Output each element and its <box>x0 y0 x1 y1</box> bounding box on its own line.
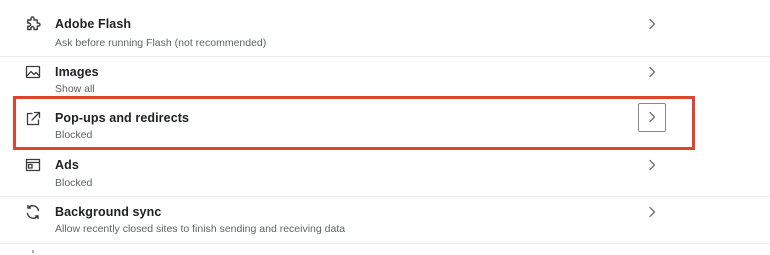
chevron-right-icon[interactable] <box>645 65 659 79</box>
setting-row-images[interactable]: Images Show all <box>0 57 770 104</box>
setting-subtitle: Blocked <box>55 129 93 141</box>
chevron-right-icon[interactable] <box>645 17 659 31</box>
image-icon <box>24 63 42 81</box>
setting-title: Images <box>55 65 99 79</box>
content-settings-list: Adobe Flash Ask before running Flash (no… <box>0 0 770 253</box>
setting-row-adobe-flash[interactable]: Adobe Flash Ask before running Flash (no… <box>0 8 770 55</box>
chevron-right-icon[interactable] <box>645 158 659 172</box>
setting-row-ads[interactable]: Ads Blocked <box>0 150 770 197</box>
setting-row-background-sync[interactable]: Background sync Allow recently closed si… <box>0 197 770 244</box>
setting-subtitle: Ask before running Flash (not recommende… <box>55 37 267 49</box>
popups-chevron-button[interactable] <box>638 103 666 132</box>
setting-subtitle: Allow recently closed sites to finish se… <box>55 223 346 235</box>
setting-subtitle: Show all <box>55 83 95 95</box>
setting-subtitle: Blocked <box>55 177 93 189</box>
chevron-right-icon[interactable] <box>645 205 659 219</box>
ad-window-icon <box>24 156 42 174</box>
setting-title: Adobe Flash <box>55 17 132 31</box>
setting-title: Pop-ups and redirects <box>55 111 190 125</box>
row-divider <box>0 243 770 244</box>
open-in-new-icon <box>24 110 42 128</box>
setting-title: Background sync <box>55 205 162 219</box>
sync-icon <box>24 203 42 221</box>
setting-title: Ads <box>55 158 79 172</box>
puzzle-piece-icon <box>24 16 42 34</box>
next-row-icon <box>30 248 36 254</box>
chevron-right-icon <box>649 111 656 123</box>
